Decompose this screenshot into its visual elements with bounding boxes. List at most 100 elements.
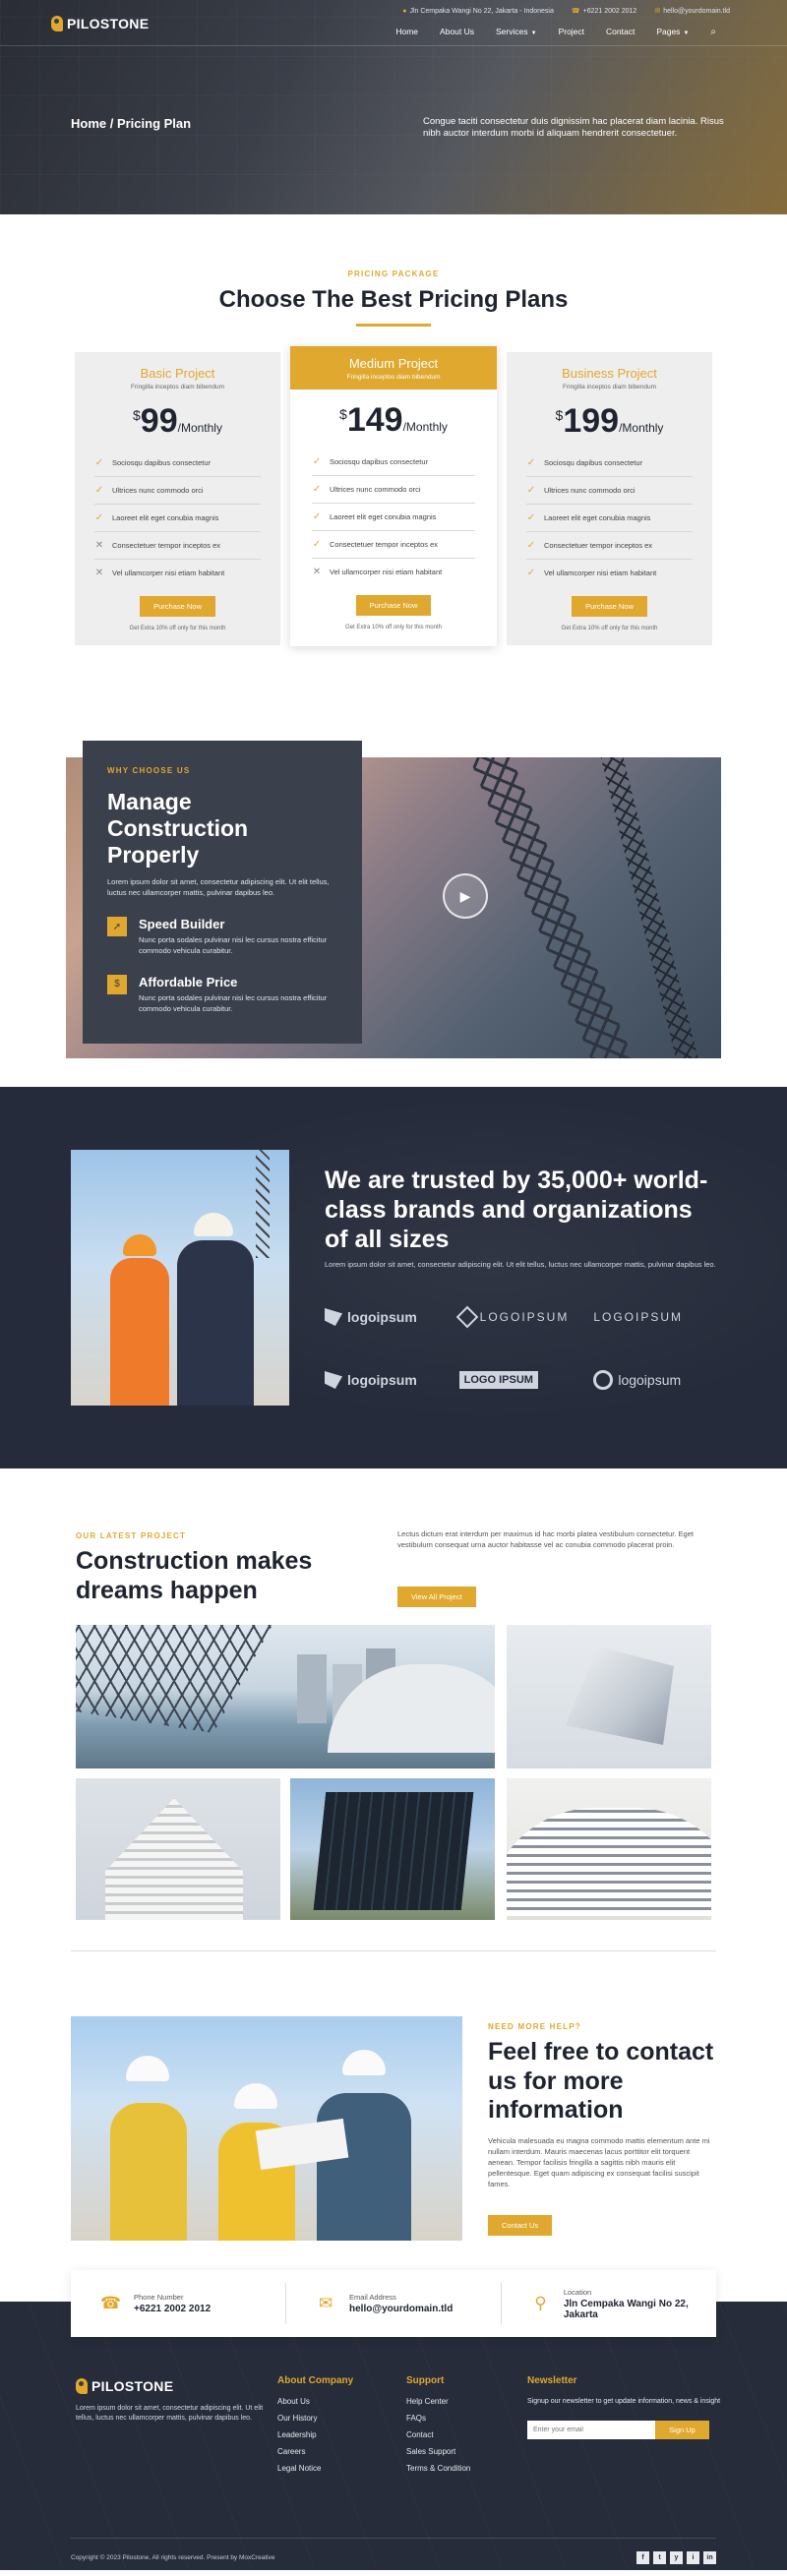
nav-item-services[interactable]: Services ▼: [496, 27, 537, 36]
contact-email[interactable]: ✉ Email Address hello@yourdomain.tld: [286, 2283, 502, 2324]
newsletter-email-input[interactable]: [527, 2421, 655, 2440]
contact-phone[interactable]: ☎ Phone Number +6221 2002 2012: [71, 2283, 286, 2324]
check-icon: ✓: [312, 511, 322, 522]
footer-link[interactable]: Careers: [277, 2447, 353, 2456]
instagram-icon[interactable]: i: [687, 2551, 699, 2564]
youtube-icon[interactable]: y: [670, 2551, 683, 2564]
plan-header: Medium Project Fringilla inceptos diam bi…: [290, 346, 497, 389]
contact-location[interactable]: ⚲ Location Jln Cempaka Wangi No 22, Jakar…: [502, 2283, 716, 2324]
footer-link[interactable]: Our History: [277, 2414, 353, 2423]
plan-card-medium: Medium Project Fringilla inceptos diam bi…: [290, 346, 497, 646]
footer-column-title: About Company: [277, 2375, 354, 2386]
footer-link[interactable]: About Us: [277, 2397, 353, 2406]
nav-item-about[interactable]: About Us: [440, 27, 474, 36]
twitter-icon[interactable]: t: [653, 2551, 666, 2564]
why-title: Manage Construction Properly: [107, 789, 249, 869]
plan-features: ✓ Sociosqu dapibus consectetur ✓ Ultrices n…: [312, 449, 475, 585]
footer-link[interactable]: Contact: [406, 2430, 470, 2439]
plan-price: $199/Monthly: [526, 404, 693, 438]
hero-banner: ● Jln Cempaka Wangi No 22, Jakarta - Indo…: [0, 0, 787, 214]
title-underline: [356, 324, 431, 327]
plan-feature: ✓ Laoreet elit eget conubia magnis: [312, 504, 475, 531]
nav-item-pages[interactable]: Pages ▼: [656, 27, 689, 36]
feature-affordable-price: $ Affordable Price Nunc porta sodales pu…: [107, 974, 337, 1015]
footer-link[interactable]: Legal Notice: [277, 2464, 353, 2473]
nav-item-project[interactable]: Project: [559, 27, 584, 36]
footer-link[interactable]: Sales Support: [406, 2447, 470, 2456]
cta-description: Vehicula malesuada eu magna commodo matt…: [488, 2136, 710, 2188]
purchase-now-button[interactable]: Purchase Now: [355, 595, 432, 616]
footer-column-title: Support: [406, 2375, 445, 2386]
play-video-icon[interactable]: ▶: [443, 873, 488, 919]
plan-feature: ✓ Consectetuer tempor inceptos ex: [312, 531, 475, 559]
project-image[interactable]: [290, 1778, 495, 1920]
pricing-plans: Basic Project Fringilla inceptos diam bib…: [0, 346, 787, 646]
project-image[interactable]: [507, 1778, 711, 1920]
price-currency: $: [339, 406, 347, 422]
search-icon[interactable]: ⌕: [710, 27, 716, 37]
pricing-title: Choose The Best Pricing Plans: [218, 286, 569, 313]
section-divider: [71, 1950, 716, 1951]
projects-eyebrow: OUR LATEST PROJECT: [76, 1531, 187, 1540]
project-image[interactable]: [76, 1625, 495, 1768]
partner-logos: logoipsum LOGOIPSUM LOGOIPSUM logoipsum …: [325, 1301, 728, 1396]
chevron-down-icon: ▼: [683, 30, 690, 36]
plan-name: Business Project: [562, 366, 657, 381]
brand-logo[interactable]: PILOSTONE: [51, 16, 149, 31]
logo-mark-icon: [325, 1308, 342, 1326]
partner-logo: logoipsum: [593, 1364, 728, 1396]
project-image[interactable]: [76, 1778, 280, 1920]
why-card: WHY CHOOSE US Manage Construction Proper…: [83, 741, 362, 1044]
price-period: /Monthly: [619, 421, 664, 435]
price-amount: 149: [346, 401, 403, 439]
plan-feature: ✓ Consectetuer tempor inceptos ex: [526, 532, 693, 560]
plan-name: Medium Project: [348, 356, 439, 371]
facebook-icon[interactable]: f: [636, 2551, 649, 2564]
check-icon: ✓: [94, 457, 104, 468]
footer-link[interactable]: Leadership: [277, 2430, 353, 2439]
nav-item-home[interactable]: Home: [395, 27, 418, 36]
price-amount: 199: [563, 402, 620, 440]
social-links: f t y i in: [636, 2551, 716, 2564]
contact-us-button[interactable]: Contact Us: [488, 2215, 553, 2236]
linkedin-icon[interactable]: in: [703, 2551, 716, 2564]
breadcrumb: Home / Pricing Plan: [71, 116, 192, 131]
projects-description: Lectus dictum erat interdum per maximus …: [397, 1529, 694, 1549]
plan-feature: ✓ Sociosqu dapibus consectetur: [312, 449, 475, 476]
footer-logo[interactable]: PILOSTONE: [76, 2378, 173, 2394]
purchase-now-button[interactable]: Purchase Now: [140, 596, 215, 617]
contact-value: Jln Cempaka Wangi No 22, Jakarta: [563, 2298, 689, 2320]
contact-value: +6221 2002 2012: [134, 2304, 212, 2314]
plan-feature: ✓ Vel ullamcorper nisi etiam habitant: [526, 568, 657, 578]
footer-link[interactable]: FAQs: [406, 2414, 470, 2423]
purchase-now-button[interactable]: Purchase Now: [572, 596, 647, 617]
nav-item-contact[interactable]: Contact: [606, 27, 635, 36]
rocket-icon: ➚: [107, 917, 127, 937]
plan-note: Get Extra 10% off only for this month: [129, 626, 226, 631]
main-nav: PILOSTONE Home About Us Services ▼ Projec…: [51, 12, 716, 37]
footer-about-column: About Company About Us Our History Leade…: [277, 2375, 353, 2481]
check-icon: ✓: [526, 485, 536, 496]
footer-link[interactable]: Terms & Condition: [406, 2464, 470, 2473]
contact-label: Location: [563, 2287, 592, 2297]
feature-title: Speed Builder: [139, 917, 225, 932]
plan-card-basic: Basic Project Fringilla inceptos diam bib…: [75, 352, 280, 645]
plan-feature: ✕ Vel ullamcorper nisi etiam habitant: [94, 568, 225, 578]
price-amount: 99: [140, 402, 178, 440]
footer-description: Lorem ipsum dolor sit amet, consectetur …: [76, 2405, 264, 2423]
dollar-icon: $: [107, 974, 127, 994]
plan-feature: ✓ Laoreet elit eget conubia magnis: [526, 505, 693, 532]
why-choose-section: ▶ WHY CHOOSE US Manage Construction Prop…: [0, 731, 787, 1087]
plan-feature: ✓ Laoreet elit eget conubia magnis: [94, 505, 261, 532]
plan-feature: ✓ Ultrices nunc commodo orci: [312, 476, 475, 504]
view-all-project-button[interactable]: View All Project: [397, 1587, 476, 1607]
why-eyebrow: WHY CHOOSE US: [107, 766, 191, 775]
sign-up-button[interactable]: Sign Up: [655, 2421, 709, 2440]
footer: ☎ Phone Number +6221 2002 2012 ✉ Email Ad…: [0, 2270, 787, 2570]
check-icon: ✓: [526, 540, 536, 551]
check-icon: ✓: [526, 568, 536, 578]
footer-link[interactable]: Help Center: [406, 2397, 470, 2406]
check-icon: ✓: [312, 484, 322, 495]
trusted-section: We are trusted by 35,000+ world-class br…: [0, 1087, 787, 1468]
project-image[interactable]: [507, 1625, 711, 1768]
